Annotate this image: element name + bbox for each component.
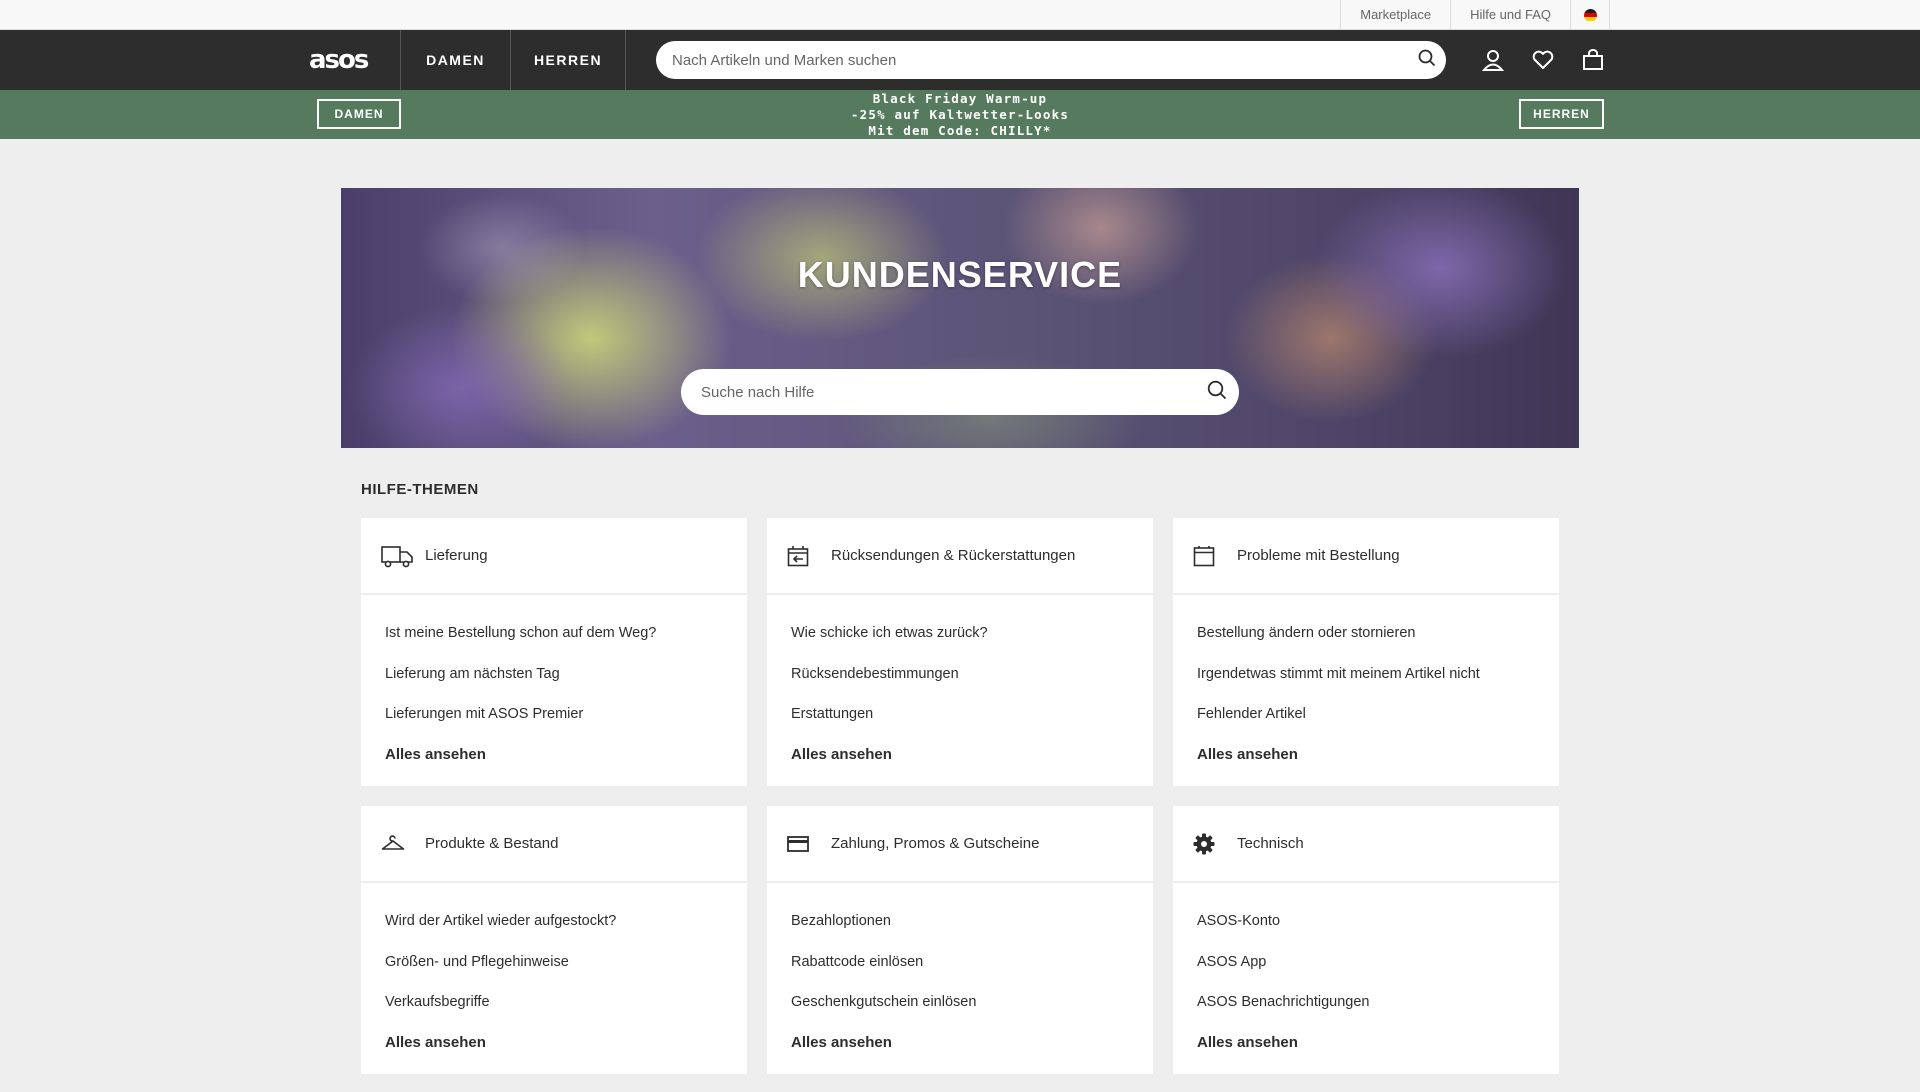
- account-icon[interactable]: [1468, 30, 1518, 90]
- help-search: [681, 369, 1239, 415]
- topic-title: Zahlung, Promos & Gutscheine: [831, 835, 1040, 852]
- view-all-link[interactable]: Alles ansehen: [791, 735, 1153, 776]
- topic-link[interactable]: Geschenkgutschein einlösen: [791, 982, 1153, 1023]
- promo-damen-button[interactable]: DAMEN: [317, 99, 401, 129]
- topic-links: Bezahloptionen Rabattcode einlösen Gesch…: [767, 883, 1153, 1063]
- gear-icon: [1193, 830, 1225, 858]
- order-box-icon: [1193, 542, 1225, 570]
- topic-card-technical: Technisch ASOS-Konto ASOS App ASOS Benac…: [1173, 806, 1559, 1074]
- topic-links: Bestellung ändern oder stornieren Irgend…: [1173, 595, 1559, 775]
- topic-title: Produkte & Bestand: [425, 835, 559, 852]
- topic-header[interactable]: Rücksendungen & Rückerstattungen: [767, 518, 1153, 595]
- view-all-link[interactable]: Alles ansehen: [385, 1023, 747, 1064]
- topic-header[interactable]: Lieferung: [361, 518, 747, 595]
- view-all-link[interactable]: Alles ansehen: [1197, 1023, 1559, 1064]
- topic-header[interactable]: Zahlung, Promos & Gutscheine: [767, 806, 1153, 883]
- help-search-input[interactable]: [701, 383, 1207, 401]
- promo-bar: DAMEN Black Friday Warm-up -25% auf Kalt…: [0, 90, 1920, 139]
- topic-card-products: Produkte & Bestand Wird der Artikel wied…: [361, 806, 747, 1074]
- marketplace-link[interactable]: Marketplace: [1340, 0, 1450, 30]
- promo-herren-button[interactable]: HERREN: [1519, 99, 1604, 129]
- topic-link[interactable]: Rabattcode einlösen: [791, 942, 1153, 983]
- credit-card-icon: [787, 830, 819, 858]
- topic-title: Technisch: [1237, 835, 1304, 852]
- topic-link[interactable]: ASOS Benachrichtigungen: [1197, 982, 1559, 1023]
- topic-card-lieferung: Lieferung Ist meine Bestellung schon auf…: [361, 518, 747, 786]
- topic-title: Rücksendungen & Rückerstattungen: [831, 547, 1076, 564]
- country-selector[interactable]: [1570, 0, 1610, 30]
- topic-links: ASOS-Konto ASOS App ASOS Benachrichtigun…: [1173, 883, 1559, 1063]
- nav-tab-damen[interactable]: DAMEN: [400, 30, 510, 90]
- utility-bar: Marketplace Hilfe und FAQ: [0, 0, 1920, 30]
- topic-links: Wie schicke ich etwas zurück? Rücksendeb…: [767, 595, 1153, 775]
- view-all-link[interactable]: Alles ansehen: [1197, 735, 1559, 776]
- view-all-link[interactable]: Alles ansehen: [791, 1023, 1153, 1064]
- topic-link[interactable]: Bestellung ändern oder stornieren: [1197, 613, 1559, 654]
- view-all-link[interactable]: Alles ansehen: [385, 735, 747, 776]
- topic-link[interactable]: Rücksendebestimmungen: [791, 654, 1153, 695]
- topic-link[interactable]: Lieferungen mit ASOS Premier: [385, 694, 747, 735]
- topic-card-payment: Zahlung, Promos & Gutscheine Bezahloptio…: [767, 806, 1153, 1074]
- section-title: HILFE-THEMEN: [361, 481, 479, 498]
- topic-link[interactable]: Größen- und Pflegehinweise: [385, 942, 747, 983]
- hanger-icon: [381, 830, 413, 858]
- topic-card-order-problems: Probleme mit Bestellung Bestellung änder…: [1173, 518, 1559, 786]
- wishlist-heart-icon[interactable]: [1518, 30, 1568, 90]
- truck-icon: [381, 542, 413, 570]
- topic-link[interactable]: Ist meine Bestellung schon auf dem Weg?: [385, 613, 747, 654]
- promo-line-1: Black Friday Warm-up: [872, 91, 1048, 106]
- topic-link[interactable]: ASOS App: [1197, 942, 1559, 983]
- page-title: KUNDENSERVICE: [797, 254, 1123, 295]
- shopping-bag-icon[interactable]: [1568, 30, 1618, 90]
- utility-links: Marketplace Hilfe und FAQ: [1340, 0, 1610, 30]
- promo-message[interactable]: Black Friday Warm-up -25% auf Kaltwetter…: [760, 91, 1160, 139]
- topic-link[interactable]: Fehlender Artikel: [1197, 694, 1559, 735]
- topic-link[interactable]: Lieferung am nächsten Tag: [385, 654, 747, 695]
- product-search-input[interactable]: [672, 51, 1418, 69]
- product-search: [656, 41, 1446, 79]
- topic-title: Probleme mit Bestellung: [1237, 547, 1400, 564]
- topic-link[interactable]: Erstattungen: [791, 694, 1153, 735]
- promo-line-3: Mit dem Code: CHILLY*: [868, 123, 1052, 138]
- germany-flag-icon: [1583, 8, 1597, 22]
- main-nav: asos DAMEN HERREN: [0, 30, 1920, 90]
- search-icon[interactable]: [1207, 380, 1227, 405]
- nav-icons: [1468, 30, 1618, 90]
- topic-link[interactable]: Verkaufsbegriffe: [385, 982, 747, 1023]
- help-faq-link[interactable]: Hilfe und FAQ: [1450, 0, 1570, 30]
- promo-line-2: -25% auf Kaltwetter-Looks: [850, 107, 1070, 122]
- topic-link[interactable]: Irgendetwas stimmt mit meinem Artikel ni…: [1197, 654, 1559, 695]
- topic-links: Ist meine Bestellung schon auf dem Weg? …: [361, 595, 747, 775]
- topic-header[interactable]: Technisch: [1173, 806, 1559, 883]
- asos-logo[interactable]: asos: [309, 45, 369, 75]
- hero-banner: KUNDENSERVICE: [341, 188, 1579, 448]
- topic-link[interactable]: Bezahloptionen: [791, 901, 1153, 942]
- topic-header[interactable]: Probleme mit Bestellung: [1173, 518, 1559, 595]
- topic-links: Wird der Artikel wieder aufgestockt? Grö…: [361, 883, 747, 1063]
- topic-title: Lieferung: [425, 547, 488, 564]
- search-icon[interactable]: [1418, 49, 1436, 72]
- topic-link[interactable]: ASOS-Konto: [1197, 901, 1559, 942]
- topic-header[interactable]: Produkte & Bestand: [361, 806, 747, 883]
- topic-card-returns: Rücksendungen & Rückerstattungen Wie sch…: [767, 518, 1153, 786]
- nav-tab-herren[interactable]: HERREN: [510, 30, 626, 90]
- return-box-icon: [787, 542, 819, 570]
- topic-link[interactable]: Wird der Artikel wieder aufgestockt?: [385, 901, 747, 942]
- topic-link[interactable]: Wie schicke ich etwas zurück?: [791, 613, 1153, 654]
